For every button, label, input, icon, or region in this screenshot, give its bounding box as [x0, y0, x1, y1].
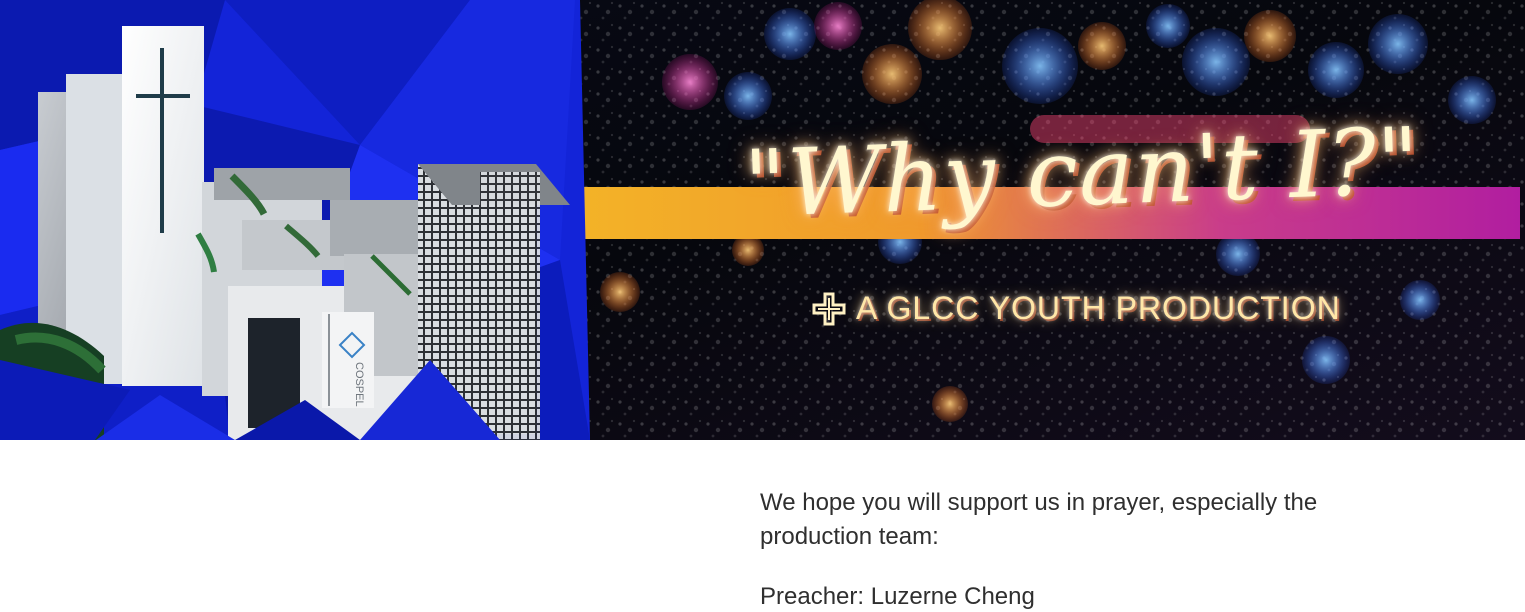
page: COSPEL "Why can't I?" A GLCC YOUTH PRODU… — [0, 0, 1525, 612]
hero-banner: COSPEL "Why can't I?" A GLCC YOUTH PRODU… — [0, 0, 1525, 440]
preacher-line: Preacher: Luzerne Cheng — [760, 583, 1035, 611]
cross-icon — [812, 292, 846, 325]
building-sign-text: COSPEL — [353, 362, 365, 407]
production-team-note: We hope you will support us in prayer, e… — [760, 486, 1410, 612]
support-prayer-text: We hope you will support us in prayer, e… — [760, 489, 1318, 551]
hero-subtitle-text: A GLCC YOUTH PRODUCTION — [856, 290, 1341, 326]
hero-subtitle: A GLCC YOUTH PRODUCTION — [812, 290, 1341, 327]
hero-title: "Why can't I?" — [742, 107, 1423, 239]
